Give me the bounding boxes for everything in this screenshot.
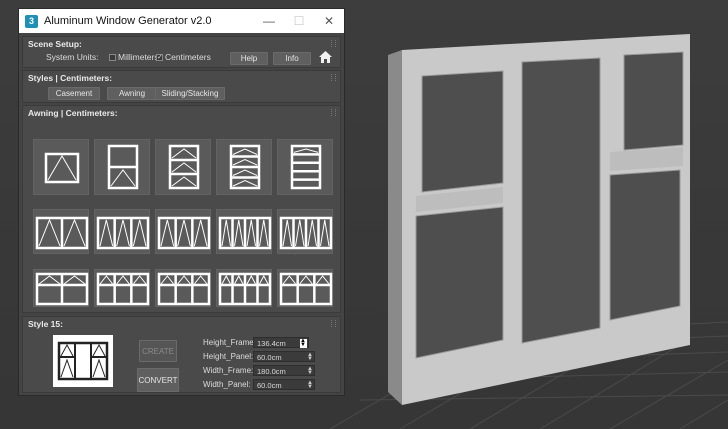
style-tile-drawing [107, 144, 139, 190]
height-frame-value: 136.4cm [257, 339, 286, 348]
awning-header[interactable]: Awning | Centimeters: [23, 106, 340, 120]
style-tile-drawing [96, 216, 150, 250]
rollout-grip-icon [331, 109, 336, 116]
casement-button[interactable]: Casement [48, 87, 100, 100]
info-button[interactable]: Info [273, 52, 311, 65]
style15-title: Style 15: [28, 319, 63, 329]
style-tile-2[interactable] [94, 139, 150, 195]
maximize-icon: ☐ [293, 14, 305, 28]
style-tile-9[interactable] [216, 209, 272, 254]
sliding-stacking-button[interactable]: Sliding/Stacking [155, 87, 225, 100]
style-tile-drawing [96, 272, 150, 306]
width-frame-row: Width_Frame: 180.0cm ▲ ▼ [203, 365, 315, 376]
style-tile-15[interactable] [277, 269, 333, 307]
styles-rollout: Styles | Centimeters: Casement Awning Sl… [22, 70, 341, 103]
height-frame-label: Height_Frame: [203, 338, 256, 347]
style-tile-4[interactable] [216, 139, 272, 195]
app-icon: 3 [25, 14, 38, 28]
styles-title: Styles | Centimeters: [28, 73, 113, 83]
style-tile-drawing [157, 272, 211, 306]
style-tile-5[interactable] [277, 139, 333, 195]
style15-header[interactable]: Style 15: [23, 317, 340, 331]
styles-header[interactable]: Styles | Centimeters: [23, 71, 340, 85]
style-tile-drawing [44, 152, 80, 184]
height-frame-row: Height_Frame: 136.4cm ▲ ▼ [203, 337, 309, 348]
style-tile-13[interactable] [155, 269, 211, 307]
style15-rollout: Style 15: CREATE CONVERT Height_Frame: 1… [22, 316, 341, 393]
width-frame-spinner[interactable]: 180.0cm ▲ ▼ [253, 365, 315, 376]
height-panel-row: Height_Panel: 60.0cm ▲ ▼ [203, 351, 315, 362]
style-tile-drawing [229, 144, 261, 190]
generator-dialog: 3 Aluminum Window Generator v2.0 — ☐ ✕ S… [18, 8, 345, 396]
style15-preview-drawing [57, 341, 109, 381]
style-tile-drawing [218, 216, 272, 250]
rollout-grip-icon [331, 74, 336, 81]
style-tile-14[interactable] [216, 269, 272, 307]
system-units-label: System Units: [46, 52, 99, 62]
help-button[interactable]: Help [230, 52, 268, 65]
height-panel-label: Height_Panel: [203, 352, 254, 361]
spinner-arrows-icon[interactable]: ▲ ▼ [307, 380, 313, 390]
spinner-arrows-icon[interactable]: ▲ ▼ [307, 366, 313, 376]
title-bar[interactable]: 3 Aluminum Window Generator v2.0 — ☐ ✕ [19, 9, 344, 33]
create-button[interactable]: CREATE [139, 340, 177, 362]
style-tile-drawing [35, 272, 89, 306]
style-tile-6[interactable] [33, 209, 89, 254]
awning-button[interactable]: Awning [107, 87, 157, 100]
style-tile-12[interactable] [94, 269, 150, 307]
width-panel-spinner[interactable]: 60.0cm ▲ ▼ [253, 379, 315, 390]
spinner-arrows-icon[interactable]: ▲ ▼ [300, 338, 307, 348]
style-tile-drawing [218, 272, 272, 306]
width-panel-row: Width_Panel: 60.0cm ▲ ▼ [203, 379, 315, 390]
scene-setup-rollout: Scene Setup: System Units: Millimeters ✓… [22, 36, 341, 68]
awning-rollout: Awning | Centimeters: [22, 105, 341, 313]
width-frame-value: 180.0cm [257, 367, 286, 376]
style-tile-7[interactable] [94, 209, 150, 254]
style-tile-8[interactable] [155, 209, 211, 254]
millimeters-label: Millimeters [118, 52, 159, 62]
width-frame-label: Width_Frame: [203, 366, 254, 375]
minimize-icon[interactable]: — [254, 9, 284, 33]
rollout-grip-icon [331, 40, 336, 47]
style-tile-drawing [279, 216, 333, 250]
centimeters-checkbox[interactable]: ✓ [156, 54, 163, 61]
style-tile-drawing [168, 144, 200, 190]
height-panel-value: 60.0cm [257, 353, 282, 362]
style-tile-3[interactable] [155, 139, 211, 195]
scene-setup-header[interactable]: Scene Setup: [23, 37, 340, 51]
style15-preview [53, 335, 113, 387]
rollout-grip-icon [331, 320, 336, 327]
style-tile-1[interactable] [33, 139, 89, 195]
style-tile-10[interactable] [277, 209, 333, 254]
window-model [388, 34, 690, 405]
millimeters-checkbox[interactable] [109, 54, 116, 61]
style-tile-drawing [157, 216, 211, 250]
scene-setup-title: Scene Setup: [28, 39, 82, 49]
width-panel-value: 60.0cm [257, 381, 282, 390]
home-icon[interactable] [318, 50, 333, 64]
style-tile-drawing [290, 144, 322, 190]
convert-button[interactable]: CONVERT [137, 368, 179, 392]
width-panel-label: Width_Panel: [203, 380, 251, 389]
style-tile-drawing [279, 272, 333, 306]
style-tile-drawing [35, 216, 89, 250]
height-frame-spinner[interactable]: 136.4cm ▲ ▼ [253, 337, 309, 348]
close-icon[interactable]: ✕ [314, 9, 344, 33]
window-title: Aluminum Window Generator v2.0 [44, 15, 212, 27]
height-panel-spinner[interactable]: 60.0cm ▲ ▼ [253, 351, 315, 362]
centimeters-label: Centimeters [165, 52, 211, 62]
spinner-arrows-icon[interactable]: ▲ ▼ [307, 352, 313, 362]
style-tile-11[interactable] [33, 269, 89, 307]
awning-title: Awning | Centimeters: [28, 108, 118, 118]
